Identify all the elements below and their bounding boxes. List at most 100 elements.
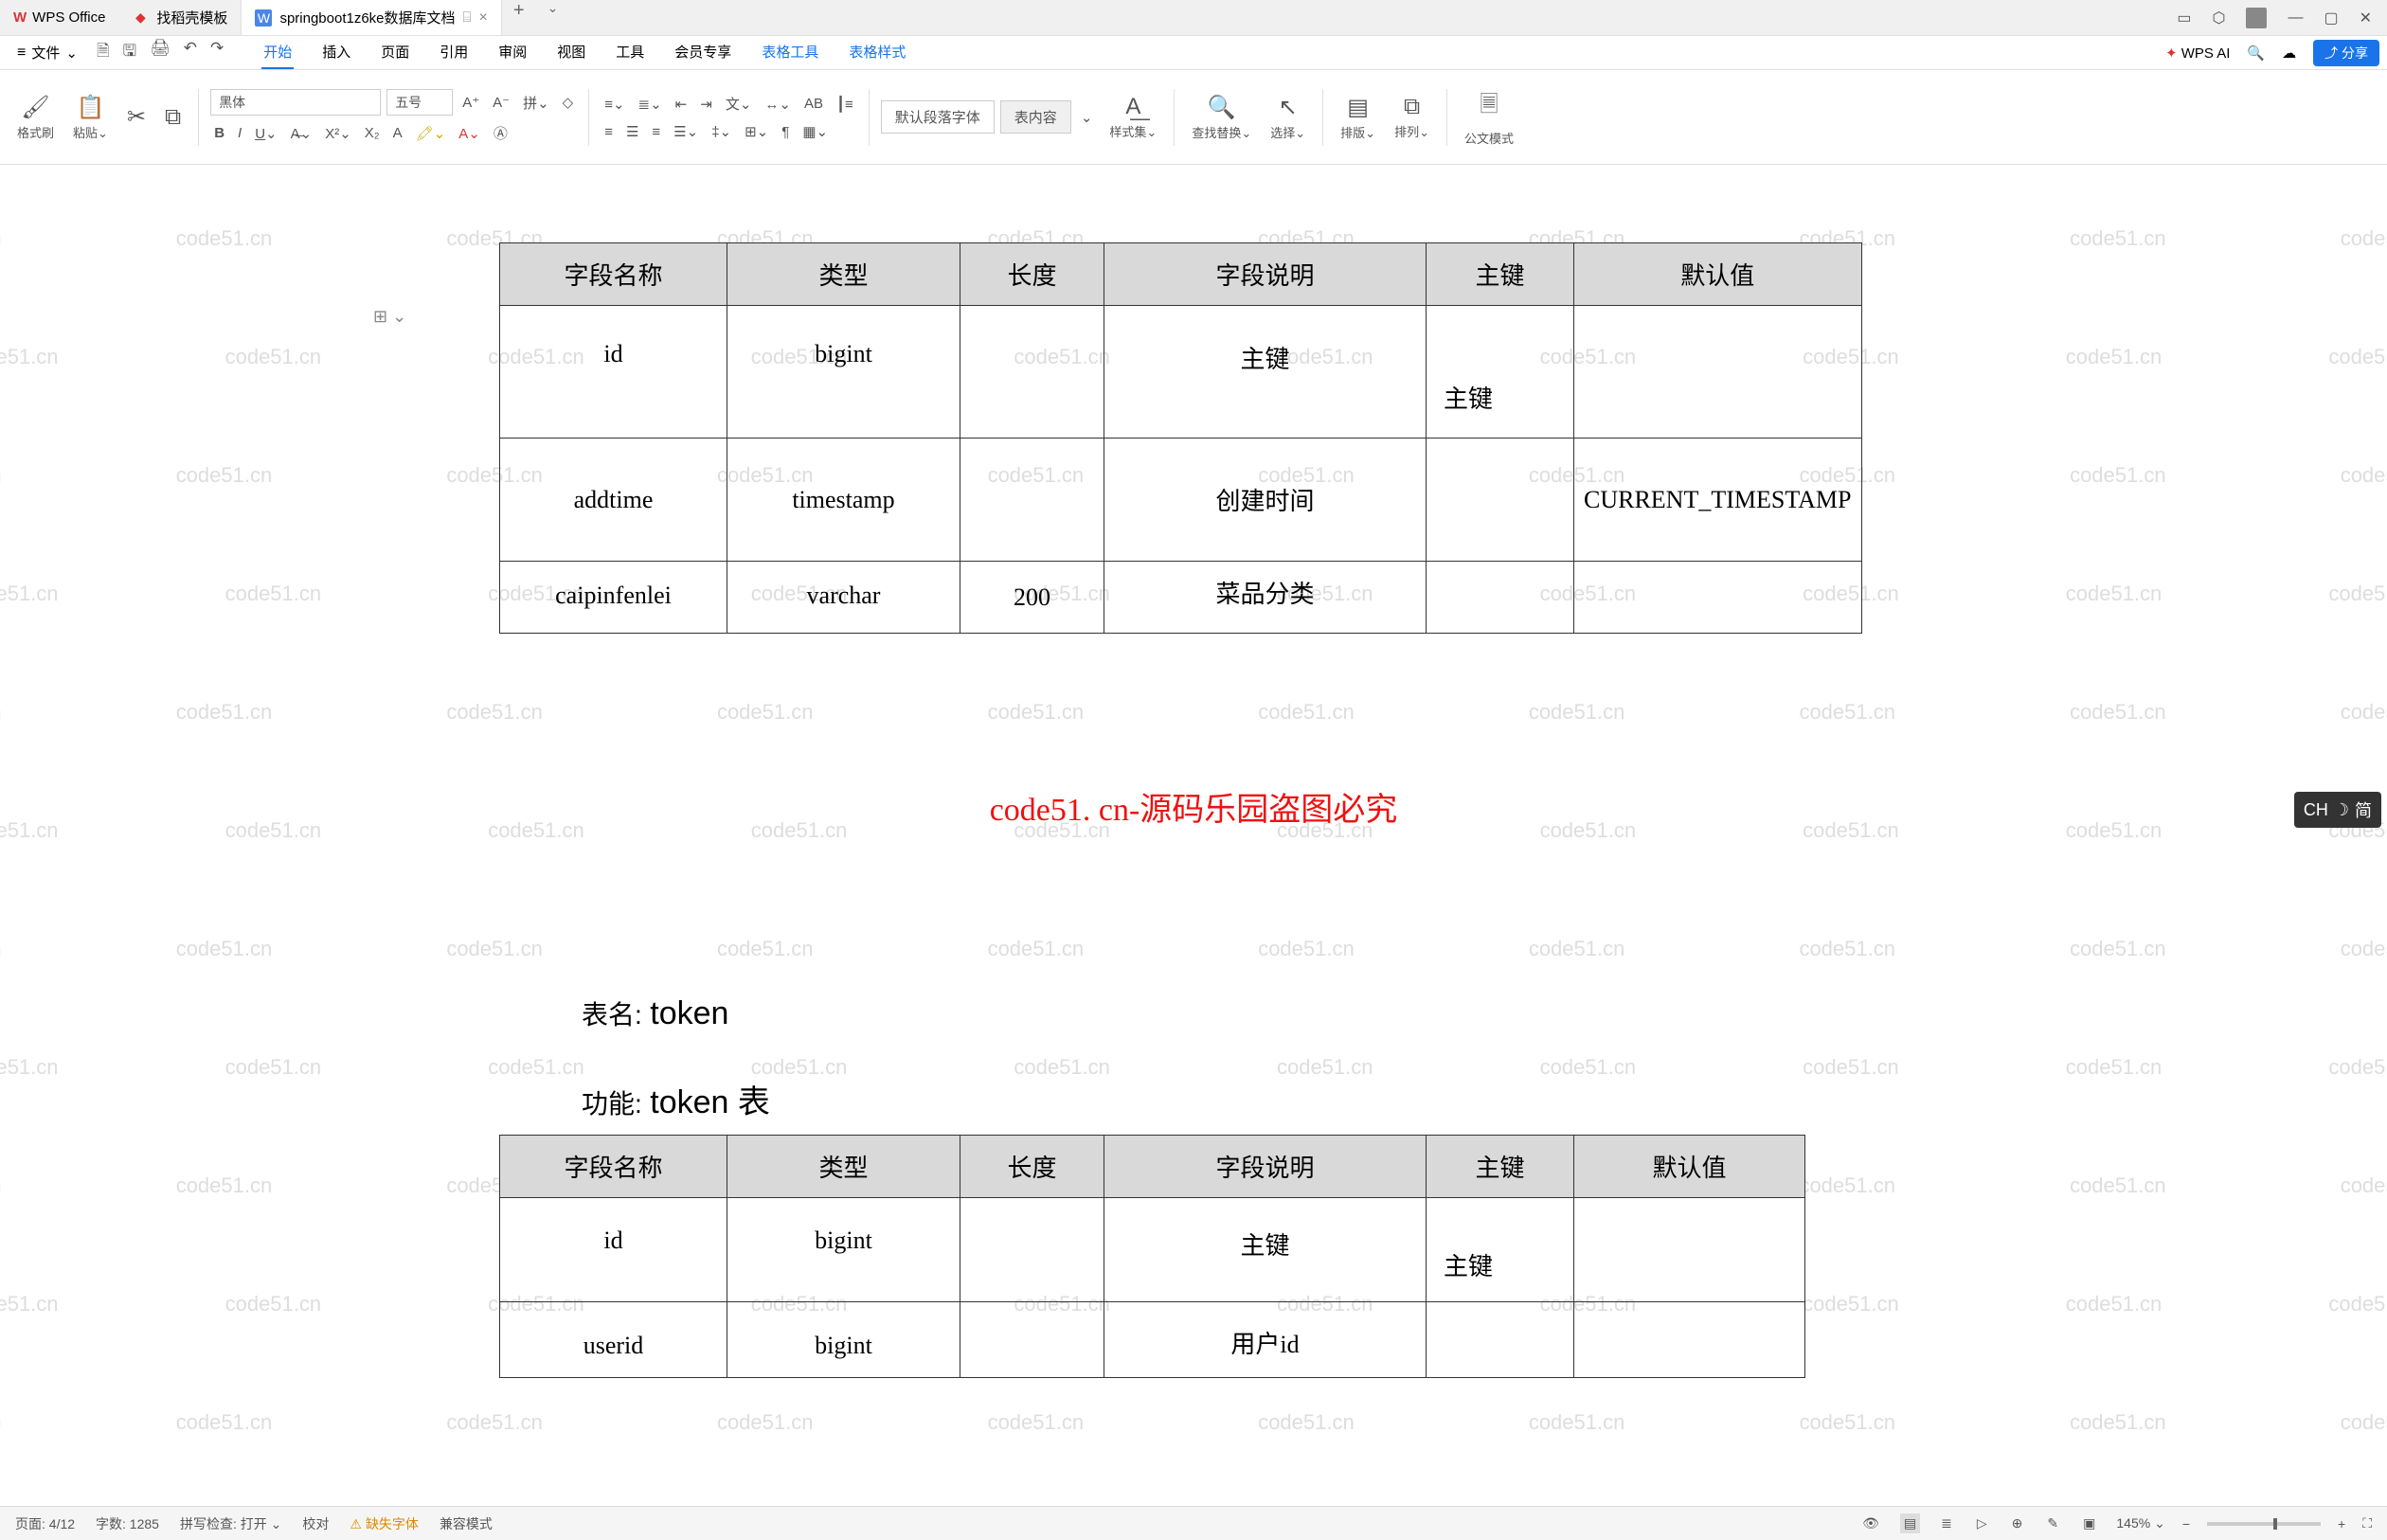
cell[interactable]: addtime [500, 439, 727, 562]
gov-mode-group[interactable]: 🗏公文模式 [1459, 88, 1519, 147]
search-icon[interactable]: 🔍 [2247, 45, 2265, 62]
style-set-group[interactable]: A͟样式集⌄ [1104, 94, 1162, 140]
view-play-icon[interactable]: ▷ [1973, 1513, 1991, 1533]
view-outline-icon[interactable]: ≣ [1937, 1513, 1956, 1533]
minimize-button[interactable]: — [2288, 9, 2303, 27]
cell[interactable]: 主键 [1427, 1198, 1574, 1302]
paste-group[interactable]: 📋粘贴⌄ [67, 94, 114, 141]
cell[interactable]: varchar [727, 562, 960, 634]
th-pk[interactable]: 主键 [1427, 243, 1574, 306]
cell[interactable] [1427, 439, 1574, 562]
align-left-button[interactable]: ≡ [601, 122, 617, 142]
wps-ai-button[interactable]: ✦ WPS AI [2165, 45, 2230, 62]
numbering-button[interactable]: ≣⌄ [635, 94, 666, 115]
arrange-group[interactable]: ⧉排列⌄ [1389, 94, 1435, 140]
style-more-button[interactable]: ⌄ [1077, 107, 1097, 128]
cell[interactable]: userid [500, 1302, 727, 1378]
view-eye-icon[interactable]: 👁 [1858, 1513, 1883, 1533]
outdent-button[interactable]: ⇤ [672, 94, 691, 115]
text-direction-button[interactable]: 文⌄ [722, 92, 756, 116]
view-focus-icon[interactable]: ▣ [2079, 1513, 2099, 1533]
th-default[interactable]: 默认值 [1574, 1136, 1805, 1198]
font-size-combo[interactable]: 五号 [386, 89, 453, 116]
tab-template[interactable]: ◆ 找稻壳模板 [118, 0, 242, 35]
new-icon[interactable]: 🗎 [97, 39, 110, 66]
italic-button[interactable]: I [234, 123, 245, 143]
style-table-content[interactable]: 表内容 [1000, 100, 1071, 134]
subscript-button[interactable]: X₂ [361, 123, 384, 143]
clear-format-icon[interactable]: ◇ [559, 92, 578, 113]
cell[interactable] [1427, 562, 1574, 634]
format-painter-group[interactable]: 🖌格式刷 [11, 94, 60, 141]
zoom-slider[interactable] [2207, 1522, 2321, 1526]
cell[interactable]: bigint [727, 306, 960, 439]
superscript-button[interactable]: X²⌄ [321, 123, 355, 144]
cut-button[interactable]: ✂ [121, 103, 152, 131]
menu-review[interactable]: 审阅 [496, 36, 529, 69]
cell[interactable] [960, 439, 1104, 562]
th-field-name[interactable]: 字段名称 [500, 1136, 727, 1198]
table-func-caption[interactable]: 功能: token 表 [582, 1076, 770, 1122]
spellcheck-status[interactable]: 拼写检查: 打开 ⌄ [180, 1514, 281, 1533]
cell[interactable] [960, 1198, 1104, 1302]
menu-page[interactable]: 页面 [379, 36, 411, 69]
word-count[interactable]: 字数: 1285 [96, 1514, 159, 1533]
close-window-button[interactable]: ✕ [2360, 9, 2372, 27]
highlight-button[interactable]: 🖍⌄ [412, 123, 450, 144]
justify-button[interactable]: ☰⌄ [670, 121, 702, 142]
cell[interactable] [1574, 1302, 1805, 1378]
shrink-font-icon[interactable]: A⁻ [489, 92, 513, 113]
cell[interactable]: CURRENT_TIMESTAMP [1574, 439, 1862, 562]
th-length[interactable]: 长度 [960, 1136, 1104, 1198]
indent-button[interactable]: ⇥ [696, 94, 716, 115]
font-name-combo[interactable]: 黑体 [210, 89, 381, 116]
cell[interactable]: 主键 [1104, 1198, 1427, 1302]
layout-icon[interactable]: ▭ [2177, 9, 2191, 27]
menu-start[interactable]: 开始 [261, 36, 294, 69]
ime-indicator[interactable]: CH ☽ 简 [2294, 792, 2381, 828]
cell[interactable]: timestamp [727, 439, 960, 562]
db-table-2[interactable]: 字段名称 类型 长度 字段说明 主键 默认值 id bigint 主键 主键 u… [499, 1135, 1805, 1378]
menu-table-style[interactable]: 表格样式 [847, 36, 907, 69]
db-table-1[interactable]: 字段名称 类型 长度 字段说明 主键 默认值 id bigint 主键 主键 a… [499, 242, 1862, 634]
table-name-caption[interactable]: 表名: token [582, 994, 728, 1032]
close-icon[interactable]: × [479, 9, 488, 27]
menu-tools[interactable]: 工具 [614, 36, 646, 69]
copy-button[interactable]: ⧉ [159, 104, 187, 131]
cell[interactable]: 用户id [1104, 1302, 1427, 1378]
tab-menu-button[interactable]: ⌄ [536, 0, 570, 35]
zoom-out-button[interactable]: − [2182, 1516, 2190, 1531]
view-ruler-icon[interactable]: ✎ [2043, 1513, 2062, 1533]
zoom-in-button[interactable]: + [2338, 1516, 2345, 1531]
save-icon[interactable]: 🖫 [123, 39, 136, 66]
cell[interactable] [960, 306, 1104, 439]
find-replace-group[interactable]: 🔍查找替换⌄ [1186, 94, 1257, 141]
cell[interactable]: 主键 [1427, 306, 1574, 439]
cube-icon[interactable]: ⬡ [2213, 9, 2226, 27]
bullets-button[interactable]: ≡⌄ [601, 94, 628, 115]
missing-font-warning[interactable]: 缺失字体 [350, 1514, 419, 1533]
select-group[interactable]: ↖选择⌄ [1265, 94, 1311, 141]
cell[interactable] [1574, 562, 1862, 634]
add-tab-button[interactable]: + [502, 0, 536, 35]
print-icon[interactable]: 🖨 [150, 39, 170, 66]
th-default[interactable]: 默认值 [1574, 243, 1862, 306]
proofread-button[interactable]: 校对 [302, 1514, 329, 1533]
avatar[interactable] [2246, 8, 2267, 28]
redo-icon[interactable]: ↷ [210, 39, 224, 66]
fullscreen-icon[interactable]: ⛶ [2362, 1515, 2372, 1531]
phonetic-icon[interactable]: 拼⌄ [519, 91, 553, 115]
align-right-button[interactable]: ≡ [648, 122, 664, 142]
cloud-sync-icon[interactable]: ☁ [2282, 45, 2296, 62]
grow-font-icon[interactable]: A⁺ [458, 92, 483, 113]
menu-table-tools[interactable]: 表格工具 [760, 36, 820, 69]
cell[interactable]: caipinfenlei [500, 562, 727, 634]
cell[interactable]: bigint [727, 1302, 960, 1378]
cell[interactable]: bigint [727, 1198, 960, 1302]
font-color-button[interactable]: A⌄ [455, 123, 484, 144]
align-center-button[interactable]: ☰ [622, 121, 642, 142]
style-default-para[interactable]: 默认段落字体 [881, 100, 995, 134]
th-length[interactable]: 长度 [960, 243, 1104, 306]
tab-stops-button[interactable]: ┃≡ [833, 94, 857, 115]
line-spacing-button[interactable]: ‡⌄ [708, 121, 735, 142]
